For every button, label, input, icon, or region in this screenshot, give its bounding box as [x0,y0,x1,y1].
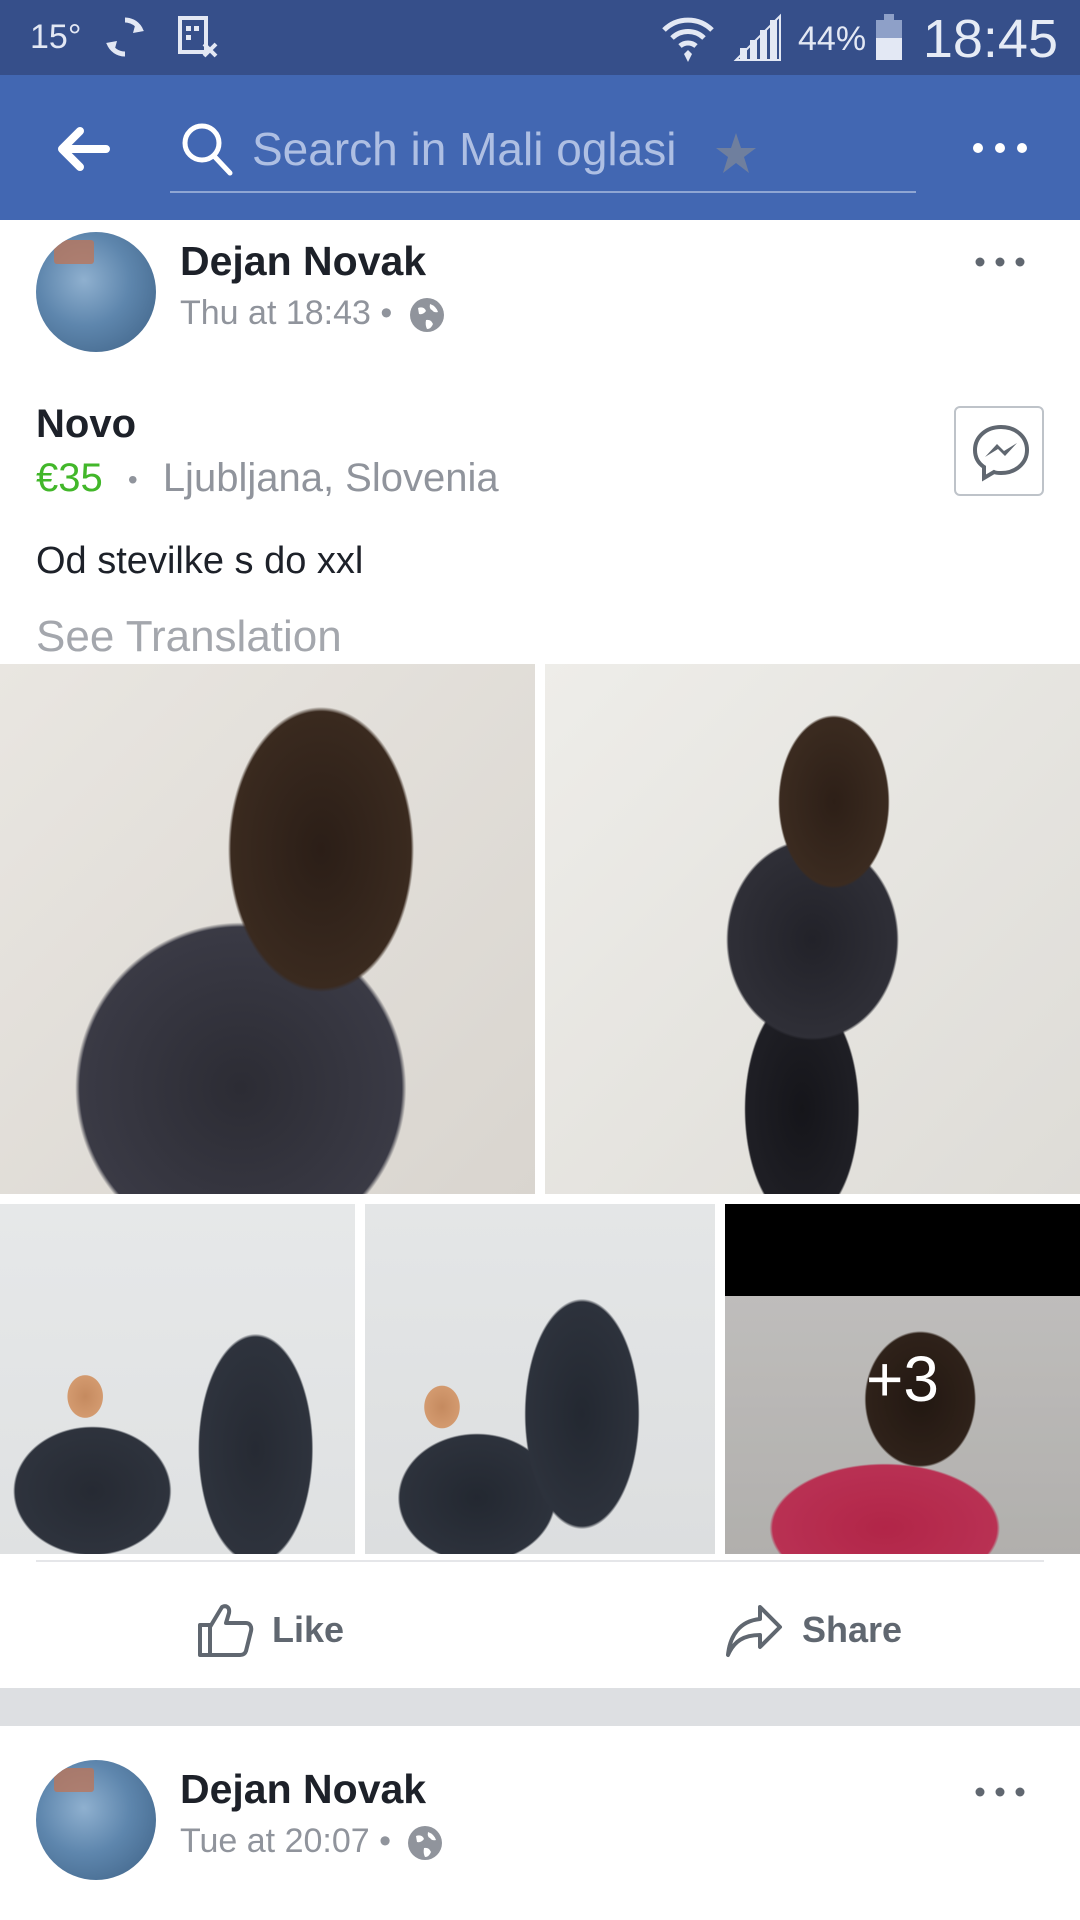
listing-photo-4[interactable] [365,1204,715,1554]
signal-icon [732,12,784,67]
wifi-icon [660,10,716,69]
search-input[interactable] [252,119,752,179]
data-saver-icon [174,14,220,65]
avatar[interactable] [36,232,156,352]
post-card: Dejan Novak Thu at 18:43 • Novo €35 • Lj… [0,220,1080,1688]
listing-photo-1[interactable] [0,664,535,1194]
post-options-button[interactable] [972,1782,1028,1802]
clock: 18:45 [922,9,1058,69]
more-horizontal-icon [973,143,1027,153]
divider [36,1560,1044,1562]
messenger-icon [972,424,1030,482]
back-button[interactable] [50,117,114,181]
post-options-button[interactable] [972,252,1028,272]
share-label: Share [802,1609,903,1650]
avatar[interactable] [36,1760,156,1880]
listing-description: Od stevilke s do xxl [36,540,364,582]
search-bar[interactable] [170,107,916,193]
post-card: Dejan Novak Tue at 20:07 • [0,1726,1080,1920]
author-name[interactable]: Dejan Novak [180,1766,426,1813]
more-photos-count[interactable]: +3 [725,1204,1080,1554]
post-timestamp: Tue at 20:07 • [180,1822,444,1862]
timestamp-text: Tue at 20:07 • [180,1822,392,1860]
more-options-button[interactable] [970,133,1030,163]
listing-title: Novo [36,402,136,446]
status-bar: 15° 44% 18:45 [0,0,1080,75]
like-label: Like [272,1609,345,1650]
timestamp-text: Thu at 18:43 • [180,294,393,332]
post-timestamp: Thu at 18:43 • [180,294,446,334]
listing-location: Ljubljana, Slovenia [162,456,499,500]
price-location: €35 • Ljubljana, Slovenia [36,456,499,501]
sync-icon [102,14,148,65]
arrow-left-icon [58,127,110,171]
globe-icon [409,298,444,333]
more-horizontal-icon [975,257,1025,267]
more-horizontal-icon [975,1787,1025,1797]
globe-icon [408,1826,443,1861]
temperature: 15° [30,18,82,56]
listing-photo-3[interactable] [0,1204,355,1554]
listing-photo-2[interactable] [545,664,1080,1194]
search-icon [180,121,234,182]
like-button[interactable]: Like [196,1590,344,1670]
message-seller-button[interactable] [954,406,1044,496]
battery-icon [874,12,904,67]
thumbs-up-icon [198,1604,254,1657]
author-name[interactable]: Dejan Novak [180,238,426,285]
listing-price: €35 [36,456,103,500]
star-icon [714,131,758,180]
feed-separator [0,1688,1080,1726]
share-arrow-icon [726,1605,782,1657]
battery-percent: 44% [798,20,867,58]
dot-separator: • [127,464,138,496]
app-bar [0,75,1080,220]
see-translation-link[interactable]: See Translation [36,612,342,662]
listing-photo-5[interactable]: +3 [725,1204,1080,1554]
share-button[interactable]: Share [724,1590,902,1670]
